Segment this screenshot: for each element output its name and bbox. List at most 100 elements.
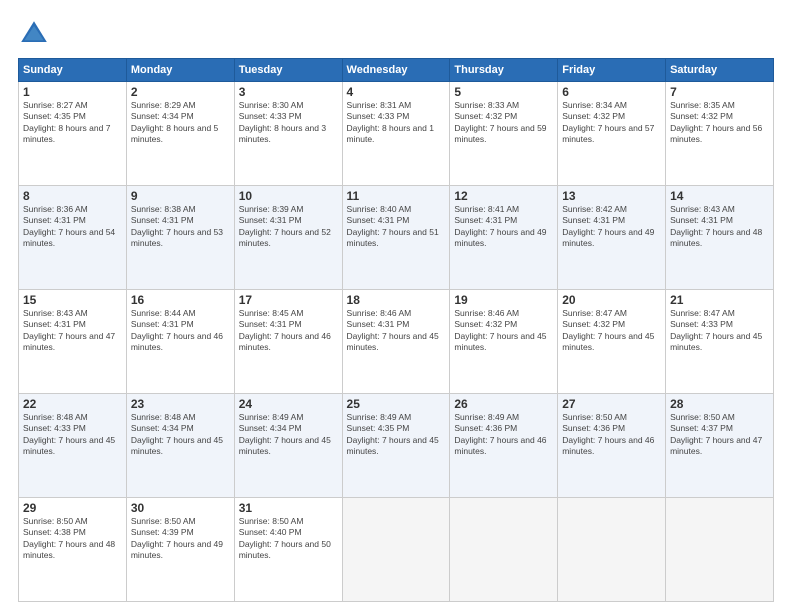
day-number: 4 (347, 85, 446, 99)
day-number: 26 (454, 397, 553, 411)
table-row: 19Sunrise: 8:46 AMSunset: 4:32 PMDayligh… (450, 290, 558, 394)
col-header-saturday: Saturday (666, 59, 774, 82)
day-number: 8 (23, 189, 122, 203)
table-row: 21Sunrise: 8:47 AMSunset: 4:33 PMDayligh… (666, 290, 774, 394)
day-info: Sunrise: 8:46 AMSunset: 4:32 PMDaylight:… (454, 308, 553, 354)
day-info: Sunrise: 8:27 AMSunset: 4:35 PMDaylight:… (23, 100, 122, 146)
table-row: 4Sunrise: 8:31 AMSunset: 4:33 PMDaylight… (342, 82, 450, 186)
header (18, 18, 774, 50)
col-header-wednesday: Wednesday (342, 59, 450, 82)
logo (18, 18, 54, 50)
logo-icon (18, 18, 50, 50)
col-header-thursday: Thursday (450, 59, 558, 82)
table-row: 26Sunrise: 8:49 AMSunset: 4:36 PMDayligh… (450, 394, 558, 498)
col-header-sunday: Sunday (19, 59, 127, 82)
day-number: 2 (131, 85, 230, 99)
day-number: 25 (347, 397, 446, 411)
table-row: 31Sunrise: 8:50 AMSunset: 4:40 PMDayligh… (234, 498, 342, 602)
day-info: Sunrise: 8:48 AMSunset: 4:34 PMDaylight:… (131, 412, 230, 458)
table-row: 28Sunrise: 8:50 AMSunset: 4:37 PMDayligh… (666, 394, 774, 498)
table-row: 16Sunrise: 8:44 AMSunset: 4:31 PMDayligh… (126, 290, 234, 394)
col-header-tuesday: Tuesday (234, 59, 342, 82)
table-row: 13Sunrise: 8:42 AMSunset: 4:31 PMDayligh… (558, 186, 666, 290)
day-info: Sunrise: 8:35 AMSunset: 4:32 PMDaylight:… (670, 100, 769, 146)
table-row: 24Sunrise: 8:49 AMSunset: 4:34 PMDayligh… (234, 394, 342, 498)
day-info: Sunrise: 8:45 AMSunset: 4:31 PMDaylight:… (239, 308, 338, 354)
day-number: 24 (239, 397, 338, 411)
day-number: 5 (454, 85, 553, 99)
day-info: Sunrise: 8:36 AMSunset: 4:31 PMDaylight:… (23, 204, 122, 250)
table-row: 20Sunrise: 8:47 AMSunset: 4:32 PMDayligh… (558, 290, 666, 394)
day-info: Sunrise: 8:34 AMSunset: 4:32 PMDaylight:… (562, 100, 661, 146)
day-info: Sunrise: 8:48 AMSunset: 4:33 PMDaylight:… (23, 412, 122, 458)
day-number: 3 (239, 85, 338, 99)
day-info: Sunrise: 8:29 AMSunset: 4:34 PMDaylight:… (131, 100, 230, 146)
table-row (558, 498, 666, 602)
day-number: 31 (239, 501, 338, 515)
day-number: 12 (454, 189, 553, 203)
day-number: 1 (23, 85, 122, 99)
table-row: 30Sunrise: 8:50 AMSunset: 4:39 PMDayligh… (126, 498, 234, 602)
day-number: 19 (454, 293, 553, 307)
col-header-friday: Friday (558, 59, 666, 82)
day-info: Sunrise: 8:33 AMSunset: 4:32 PMDaylight:… (454, 100, 553, 146)
table-row: 15Sunrise: 8:43 AMSunset: 4:31 PMDayligh… (19, 290, 127, 394)
day-info: Sunrise: 8:50 AMSunset: 4:36 PMDaylight:… (562, 412, 661, 458)
day-info: Sunrise: 8:47 AMSunset: 4:32 PMDaylight:… (562, 308, 661, 354)
day-number: 27 (562, 397, 661, 411)
table-row: 27Sunrise: 8:50 AMSunset: 4:36 PMDayligh… (558, 394, 666, 498)
table-row: 6Sunrise: 8:34 AMSunset: 4:32 PMDaylight… (558, 82, 666, 186)
day-number: 9 (131, 189, 230, 203)
table-row: 9Sunrise: 8:38 AMSunset: 4:31 PMDaylight… (126, 186, 234, 290)
table-row: 23Sunrise: 8:48 AMSunset: 4:34 PMDayligh… (126, 394, 234, 498)
day-info: Sunrise: 8:49 AMSunset: 4:35 PMDaylight:… (347, 412, 446, 458)
page: SundayMondayTuesdayWednesdayThursdayFrid… (0, 0, 792, 612)
day-info: Sunrise: 8:30 AMSunset: 4:33 PMDaylight:… (239, 100, 338, 146)
day-number: 13 (562, 189, 661, 203)
day-info: Sunrise: 8:31 AMSunset: 4:33 PMDaylight:… (347, 100, 446, 146)
table-row: 18Sunrise: 8:46 AMSunset: 4:31 PMDayligh… (342, 290, 450, 394)
day-number: 21 (670, 293, 769, 307)
table-row: 12Sunrise: 8:41 AMSunset: 4:31 PMDayligh… (450, 186, 558, 290)
table-row: 22Sunrise: 8:48 AMSunset: 4:33 PMDayligh… (19, 394, 127, 498)
table-row: 8Sunrise: 8:36 AMSunset: 4:31 PMDaylight… (19, 186, 127, 290)
table-row: 17Sunrise: 8:45 AMSunset: 4:31 PMDayligh… (234, 290, 342, 394)
day-number: 28 (670, 397, 769, 411)
calendar-table: SundayMondayTuesdayWednesdayThursdayFrid… (18, 58, 774, 602)
day-number: 29 (23, 501, 122, 515)
table-row: 10Sunrise: 8:39 AMSunset: 4:31 PMDayligh… (234, 186, 342, 290)
day-number: 23 (131, 397, 230, 411)
col-header-monday: Monday (126, 59, 234, 82)
day-number: 7 (670, 85, 769, 99)
day-info: Sunrise: 8:50 AMSunset: 4:40 PMDaylight:… (239, 516, 338, 562)
day-info: Sunrise: 8:43 AMSunset: 4:31 PMDaylight:… (670, 204, 769, 250)
day-info: Sunrise: 8:49 AMSunset: 4:34 PMDaylight:… (239, 412, 338, 458)
day-info: Sunrise: 8:43 AMSunset: 4:31 PMDaylight:… (23, 308, 122, 354)
day-info: Sunrise: 8:50 AMSunset: 4:37 PMDaylight:… (670, 412, 769, 458)
day-info: Sunrise: 8:49 AMSunset: 4:36 PMDaylight:… (454, 412, 553, 458)
day-number: 22 (23, 397, 122, 411)
day-number: 6 (562, 85, 661, 99)
day-number: 18 (347, 293, 446, 307)
day-info: Sunrise: 8:38 AMSunset: 4:31 PMDaylight:… (131, 204, 230, 250)
table-row: 2Sunrise: 8:29 AMSunset: 4:34 PMDaylight… (126, 82, 234, 186)
table-row: 11Sunrise: 8:40 AMSunset: 4:31 PMDayligh… (342, 186, 450, 290)
table-row: 7Sunrise: 8:35 AMSunset: 4:32 PMDaylight… (666, 82, 774, 186)
day-info: Sunrise: 8:41 AMSunset: 4:31 PMDaylight:… (454, 204, 553, 250)
day-number: 30 (131, 501, 230, 515)
day-number: 15 (23, 293, 122, 307)
table-row: 25Sunrise: 8:49 AMSunset: 4:35 PMDayligh… (342, 394, 450, 498)
day-info: Sunrise: 8:47 AMSunset: 4:33 PMDaylight:… (670, 308, 769, 354)
day-number: 17 (239, 293, 338, 307)
table-row (342, 498, 450, 602)
table-row: 3Sunrise: 8:30 AMSunset: 4:33 PMDaylight… (234, 82, 342, 186)
table-row: 29Sunrise: 8:50 AMSunset: 4:38 PMDayligh… (19, 498, 127, 602)
day-info: Sunrise: 8:42 AMSunset: 4:31 PMDaylight:… (562, 204, 661, 250)
table-row (666, 498, 774, 602)
day-number: 14 (670, 189, 769, 203)
day-info: Sunrise: 8:44 AMSunset: 4:31 PMDaylight:… (131, 308, 230, 354)
day-number: 16 (131, 293, 230, 307)
day-number: 20 (562, 293, 661, 307)
day-number: 11 (347, 189, 446, 203)
day-info: Sunrise: 8:50 AMSunset: 4:39 PMDaylight:… (131, 516, 230, 562)
